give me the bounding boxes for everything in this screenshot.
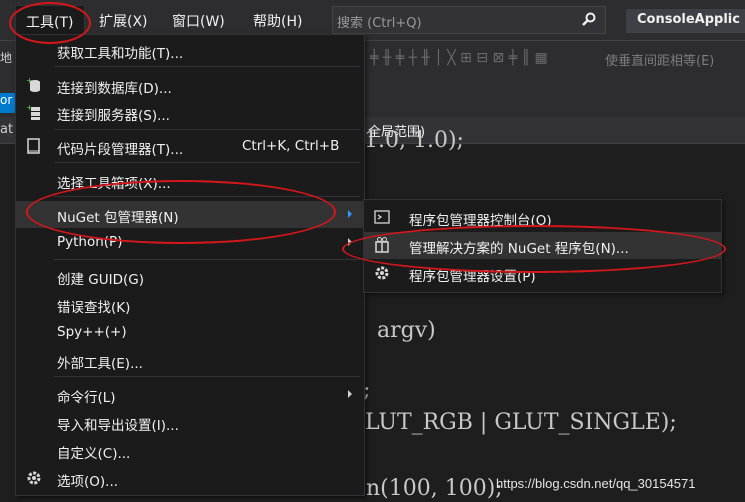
submenu-arrow-icon — [348, 238, 352, 246]
menu-item-label: 错误查找(K) — [57, 300, 131, 316]
menu-window[interactable]: 窗口(W) — [172, 11, 225, 31]
menu-item-label: 连接到数据库(D)... — [57, 81, 172, 97]
menu-item-label: 导入和导出设置(I)... — [57, 418, 179, 434]
menu-item-label: 程序包管理器设置(P) — [409, 269, 536, 285]
search-placeholder: 搜索 (Ctrl+Q) — [337, 16, 422, 31]
menu-item-customize[interactable]: 自定义(C)... — [16, 437, 364, 464]
menu-extensions[interactable]: 扩展(X) — [99, 11, 148, 31]
snippet-icon — [27, 138, 40, 154]
code-line: n(100, 100); — [366, 476, 503, 501]
nuget-submenu: 程序包管理器控制台(O) 管理解决方案的 NuGet 程序包(N)... 程序包… — [363, 199, 722, 293]
left-fragment: at — [0, 122, 14, 137]
toolbar-vertical-spacing[interactable]: 使垂直间距相等(E) — [605, 50, 714, 69]
gear-icon — [375, 266, 389, 280]
menu-item-manage-nuget[interactable]: 管理解决方案的 NuGet 程序包(N)... — [364, 232, 721, 259]
menu-item-nuget[interactable]: NuGet 包管理器(N) — [16, 201, 364, 228]
submenu-arrow-icon — [348, 210, 352, 218]
menu-item-create-guid[interactable]: 创建 GUID(G) — [16, 263, 364, 290]
database-icon: + — [26, 76, 40, 92]
menu-separator — [54, 129, 360, 130]
menu-item-external-tools[interactable]: 外部工具(E)... — [16, 347, 364, 374]
submenu-arrow-icon — [348, 390, 352, 398]
code-line: LUT_RGB | GLUT_SINGLE); — [365, 410, 677, 435]
package-icon — [375, 237, 389, 253]
menu-item-label: Spy++(+) — [57, 324, 127, 340]
code-line: argv) — [377, 318, 436, 343]
menu-item-label: NuGet 包管理器(N) — [57, 210, 179, 226]
menu-item-connect-database[interactable]: + 连接到数据库(D)... — [16, 72, 364, 99]
menu-separator — [54, 196, 360, 197]
menu-item-command-line[interactable]: 命令行(L) — [16, 381, 364, 408]
menu-separator — [54, 259, 360, 260]
menu-item-python[interactable]: Python(P) — [16, 229, 364, 256]
menu-item-connect-server[interactable]: + 连接到服务器(S)... — [16, 99, 364, 126]
menu-item-error-lookup[interactable]: 错误查找(K) — [16, 291, 364, 318]
menu-item-package-console[interactable]: 程序包管理器控制台(O) — [364, 204, 721, 231]
gear-icon — [27, 471, 41, 485]
svg-text:+: + — [26, 76, 33, 85]
menu-item-label: 外部工具(E)... — [57, 356, 143, 372]
menu-item-label: Python(P) — [57, 234, 123, 250]
menu-item-choose-toolbox[interactable]: 选择工具箱项(X)... — [16, 167, 364, 194]
menu-item-get-tools[interactable]: 获取工具和功能(T)... — [16, 37, 364, 64]
code-line: , 1.0, 1.0); — [350, 128, 464, 153]
tools-menu: 获取工具和功能(T)... + 连接到数据库(D)... + 连接到服务器(S)… — [15, 34, 365, 496]
menu-item-import-export[interactable]: 导入和导出设置(I)... — [16, 409, 364, 436]
menu-item-label: 命令行(L) — [57, 390, 116, 406]
menu-item-label: 创建 GUID(G) — [57, 272, 145, 288]
left-fragment: 地 — [0, 51, 13, 65]
menu-item-label: 选择工具箱项(X)... — [57, 176, 171, 192]
menu-tools[interactable]: 工具(T) — [15, 5, 85, 36]
menu-item-spy[interactable]: Spy++(+) — [16, 319, 364, 346]
tab-label: or — [0, 93, 13, 107]
menu-item-label: 选项(O)... — [57, 474, 119, 490]
align-icon[interactable]: ╪ ╫ ╪ ┼ ╫ │ ╳ ⊞ ⊟ ⊠ ╪ ║ ▦ — [370, 50, 548, 66]
menu-item-options[interactable]: 选项(O)... — [16, 465, 364, 492]
search-input[interactable]: 搜索 (Ctrl+Q) — [332, 6, 606, 34]
menu-item-label: 获取工具和功能(T)... — [57, 46, 184, 62]
menu-item-label: 代码片段管理器(T)... — [57, 142, 184, 158]
menu-item-label: 管理解决方案的 NuGet 程序包(N)... — [409, 241, 629, 257]
menu-item-label: 程序包管理器控制台(O) — [409, 213, 552, 229]
menu-item-shortcut: Ctrl+K, Ctrl+B — [242, 138, 340, 154]
menu-separator — [54, 376, 360, 377]
search-icon — [582, 12, 596, 26]
menu-item-package-settings[interactable]: 程序包管理器设置(P) — [364, 260, 721, 287]
server-icon: + — [26, 103, 40, 120]
menu-item-label: 连接到服务器(S)... — [57, 108, 170, 124]
menu-separator — [54, 66, 360, 67]
menu-separator — [54, 162, 360, 163]
watermark: https://blog.csdn.net/qq_30154571 — [496, 476, 696, 491]
menu-item-label: 自定义(C)... — [57, 446, 131, 462]
svg-text:+: + — [26, 103, 33, 112]
menu-help[interactable]: 帮助(H) — [253, 11, 302, 31]
console-icon — [374, 210, 390, 224]
project-title: ConsoleApplic — [626, 9, 745, 33]
menu-tools-label: 工具(T) — [26, 15, 74, 31]
menu-item-snippet-manager[interactable]: 代码片段管理器(T)... Ctrl+K, Ctrl+B — [16, 133, 364, 160]
